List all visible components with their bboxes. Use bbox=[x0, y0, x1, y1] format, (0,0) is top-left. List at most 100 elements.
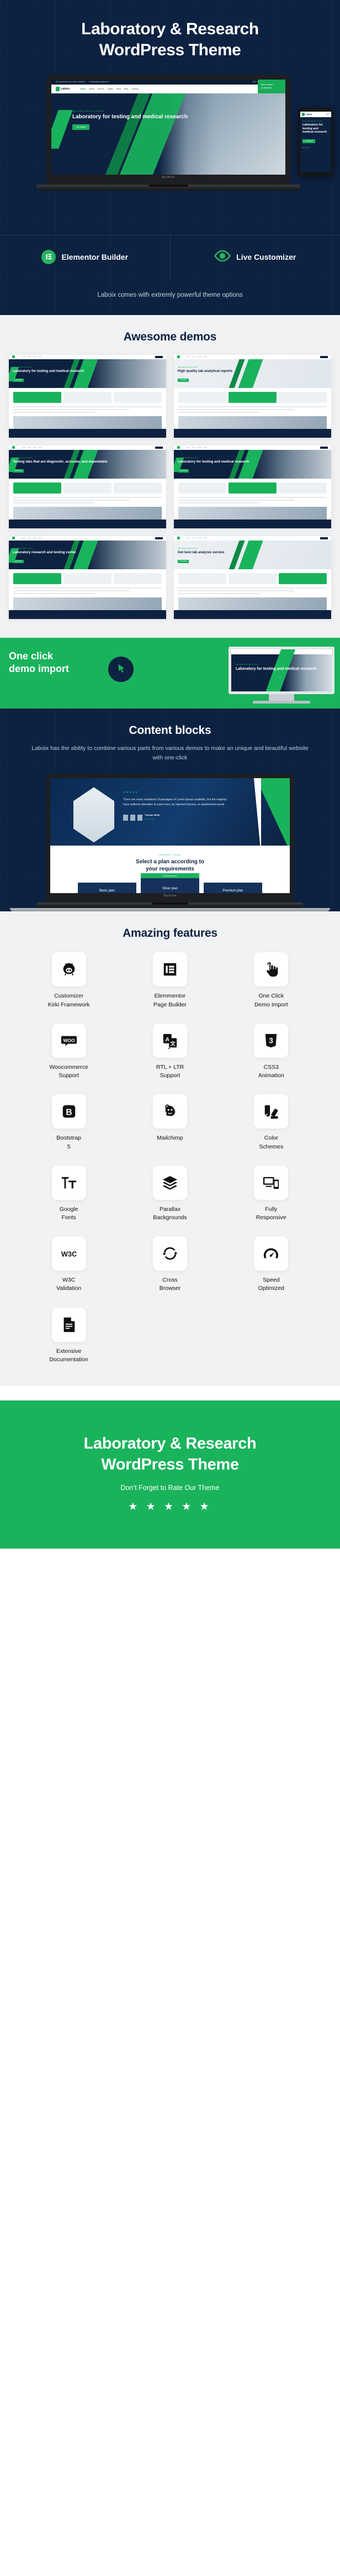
menu-item-blog[interactable]: Blog bbox=[124, 88, 128, 90]
laptop-mockup: 82 Commercial road Torton, Australia nee… bbox=[36, 74, 300, 191]
svg-text:WOO: WOO bbox=[63, 1037, 75, 1043]
demo-hero: High quality laboratory services High qua… bbox=[174, 359, 331, 388]
feature-label: One Click Demo Import bbox=[227, 992, 316, 1009]
content-blocks-laptop: ★★★★★ There are many variations of passa… bbox=[10, 774, 330, 912]
demo-navbar bbox=[9, 536, 166, 541]
monitor-stand bbox=[269, 694, 294, 701]
hero-device-mockup: 82 Commercial road Torton, Australia nee… bbox=[0, 74, 340, 218]
theme-landing-page: Laboratory & Research WordPress Theme 82… bbox=[0, 0, 340, 1549]
feature-label-line-2: Backgrounds bbox=[153, 1214, 187, 1221]
phone-carousel-dots[interactable] bbox=[302, 147, 329, 148]
one-click-title: One click demo import bbox=[9, 650, 119, 676]
demo-heading: Laboratory research and testing center bbox=[13, 550, 76, 554]
feature-label: RTL + LTR Support bbox=[125, 1063, 214, 1080]
feature-item: Parallax Backgrounds bbox=[125, 1165, 214, 1222]
demo-footer bbox=[174, 610, 331, 619]
demo-cta[interactable]: Get Started bbox=[178, 559, 189, 563]
demo-footer bbox=[9, 610, 166, 619]
pricing-kicker: PRICING PLANS bbox=[159, 853, 181, 857]
plan-card-recommended[interactable]: Silver plan bbox=[139, 873, 201, 894]
phone-hero: High quality laboratory services Laborat… bbox=[300, 117, 331, 151]
hamburger-menu-icon[interactable] bbox=[326, 113, 330, 116]
mailchimp-icon bbox=[152, 1094, 187, 1129]
site-hero-cta[interactable]: Get Started bbox=[72, 124, 90, 130]
doctor-photo bbox=[73, 787, 114, 843]
menu-item-shop[interactable]: Shop bbox=[116, 88, 121, 90]
feature-label: Speed Optimized bbox=[227, 1276, 316, 1293]
demo-card[interactable]: High quality laboratory services High qua… bbox=[174, 354, 331, 438]
feature-item: One Click Demo Import bbox=[227, 952, 316, 1009]
phone-screen: Laboix High quality laboratory services … bbox=[300, 111, 331, 172]
site-topbar: 82 Commercial road Torton, Australia nee… bbox=[51, 79, 285, 85]
feature-label-line-2: Fonts bbox=[61, 1214, 76, 1221]
monitor-copy: High quality laboratory services Laborat… bbox=[236, 663, 317, 672]
avatar bbox=[130, 814, 135, 821]
laptop-lid: ★★★★★ There are many variations of passa… bbox=[46, 774, 294, 903]
demo-kicker: High quality laboratory services bbox=[13, 547, 33, 549]
menu-item-about[interactable]: About bbox=[89, 88, 94, 90]
demo-card[interactable]: High quality laboratory services Laborato… bbox=[9, 536, 166, 619]
demo-footer bbox=[9, 519, 166, 528]
demo-card[interactable]: High quality laboratory services Get best… bbox=[174, 536, 331, 619]
feature-item: W3C W3C Validation bbox=[24, 1236, 113, 1293]
topbar-email: needhelp@company.com bbox=[89, 81, 109, 83]
pricing-block: PRICING PLANS Select a plan according to… bbox=[50, 846, 290, 894]
monitor-foot bbox=[253, 700, 310, 704]
demo-footer bbox=[174, 519, 331, 528]
monitor-heading: Laboratory for testing and medical resea… bbox=[236, 667, 317, 671]
site-hero-kicker: High quality laboratory services bbox=[72, 109, 104, 112]
menu-item-pages[interactable]: Pages bbox=[108, 88, 113, 90]
laptop-tray bbox=[10, 908, 330, 912]
plan-card[interactable]: Premium plan bbox=[204, 883, 262, 894]
one-click-title-line-2: demo import bbox=[9, 663, 70, 675]
bootstrap-icon: B bbox=[51, 1094, 86, 1129]
one-click-title-line-1: One click bbox=[9, 650, 54, 662]
pricing-title-line-1: Select a plan according to bbox=[136, 859, 204, 865]
demo-heading: High quality lab analytical reports bbox=[178, 369, 233, 373]
feature-label: W3C Validation bbox=[24, 1276, 113, 1293]
feature-item: B Bootstrap 5 bbox=[24, 1094, 113, 1151]
site-hero-copy: High quality laboratory services Laborat… bbox=[72, 110, 188, 130]
phone-hero-cta[interactable]: Get Started bbox=[302, 139, 316, 144]
logo-text: Laboix bbox=[61, 87, 70, 91]
plan-card[interactable]: Basic plan bbox=[78, 883, 136, 894]
menu-item-service[interactable]: Service bbox=[98, 88, 104, 90]
feature-item: Fully Responsive bbox=[227, 1165, 316, 1222]
demo-card[interactable]: High quality laboratory services Testing … bbox=[9, 445, 166, 528]
footer-rating-stars[interactable]: ★ ★ ★ ★ ★ bbox=[0, 1501, 340, 1513]
feature-label: Extensive Documentation bbox=[24, 1347, 113, 1364]
demo-cta[interactable]: Get Started bbox=[13, 378, 24, 382]
demo-card[interactable]: High quality laboratory services Laborato… bbox=[9, 354, 166, 438]
menu-item-home[interactable]: Home bbox=[80, 88, 86, 90]
feature-label: Customizer Kirki Framework bbox=[24, 992, 113, 1009]
layers-icon bbox=[152, 1165, 187, 1200]
laptop-lid: 82 Commercial road Torton, Australia nee… bbox=[46, 74, 290, 185]
feature-label-line-2: Responsive bbox=[256, 1214, 286, 1221]
demo-cta[interactable]: Get Started bbox=[13, 469, 24, 473]
feature-label-line-2: 5 bbox=[67, 1143, 71, 1150]
features-title: Amazing features bbox=[123, 927, 217, 940]
one-click-import-section: One click demo import High quality labor… bbox=[0, 637, 340, 709]
rating-stars: ★★★★★ bbox=[123, 791, 139, 795]
demo-cta[interactable]: Get Started bbox=[178, 469, 189, 473]
feature-label-line-2: Schemes bbox=[259, 1143, 284, 1150]
hero-title-line-2: WordPress Theme bbox=[99, 41, 241, 60]
demo-card[interactable]: High quality laboratory services Laborato… bbox=[174, 445, 331, 528]
monitor-kicker: High quality laboratory services bbox=[236, 663, 259, 665]
call-us-phone: +91 8400 3045 bbox=[261, 87, 272, 90]
feature-label-line-1: Customizer bbox=[54, 993, 84, 1000]
feature-item: Google Fonts bbox=[24, 1165, 113, 1222]
demos-section: Awesome demos High quality laboratory se… bbox=[0, 314, 340, 638]
feature-label-line-1: RTL + LTR bbox=[156, 1063, 184, 1071]
feature-label-line-2: Support bbox=[59, 1072, 79, 1079]
menu-item-contact[interactable]: Contact bbox=[131, 88, 138, 90]
demo-cta[interactable]: Get Started bbox=[178, 378, 189, 382]
feature-label: Google Fonts bbox=[24, 1205, 113, 1222]
demo-cta[interactable]: Get Started bbox=[13, 559, 24, 563]
call-us-label: Call Us Anytime bbox=[261, 83, 273, 86]
feature-item: Color Schemes bbox=[227, 1094, 316, 1151]
site-hero: High quality laboratory services Laborat… bbox=[51, 93, 285, 175]
feature-item: WOO Woocommerce Support bbox=[24, 1023, 113, 1080]
feature-label-line-2: Validation bbox=[56, 1285, 82, 1292]
avatar bbox=[123, 814, 128, 821]
